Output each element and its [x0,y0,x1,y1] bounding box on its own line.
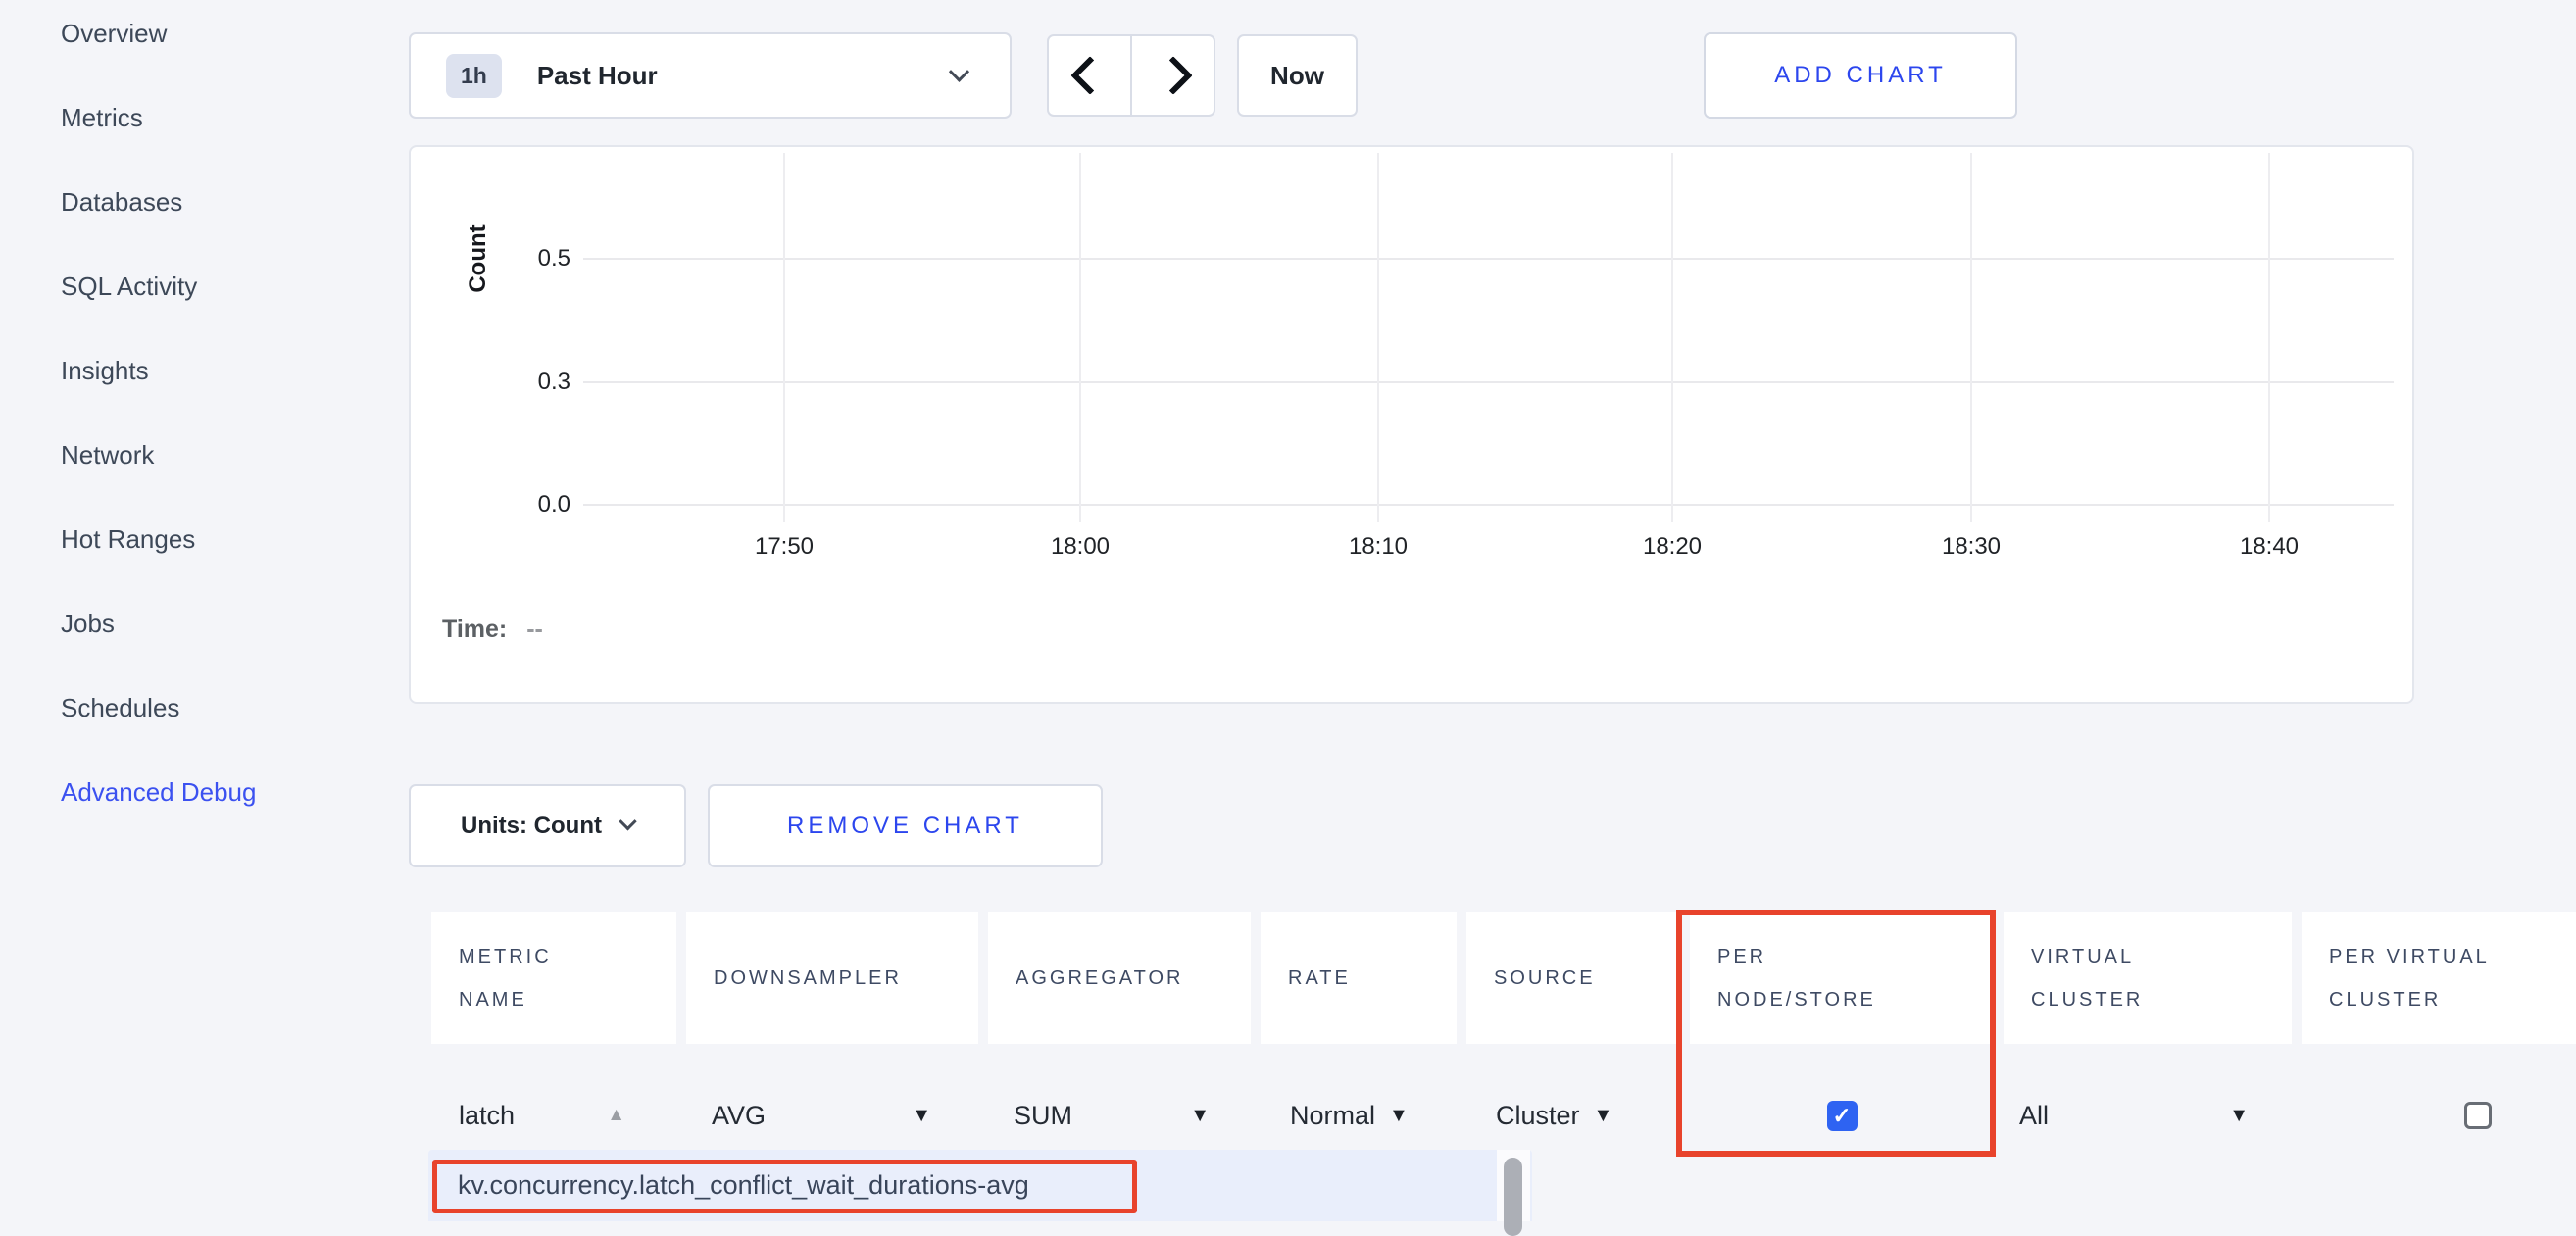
gridline-horizontal [583,504,2394,506]
per-virtual-cluster-checkbox[interactable] [2464,1102,2492,1129]
time-nav-arrows [1047,34,1215,117]
y-tick-label: 0.0 [482,490,570,519]
time-readout: Time: -- [442,616,543,644]
column-header-per-virtual-cluster: PER VIRTUAL CLUSTER [2302,912,2576,1044]
x-tick-label: 18:10 [1314,533,1442,561]
chart-config-table-header: METRIC NAME DOWNSAMPLER AGGREGATOR RATE … [431,912,2576,1044]
units-dropdown-label: Units: Count [461,813,602,840]
downsampler-value: AVG [712,1101,766,1131]
sidebar-item-overview[interactable]: Overview [61,10,409,94]
rate-value: Normal [1290,1101,1375,1131]
time-range-selector[interactable]: 1h Past Hour [409,32,1012,119]
chevron-down-icon [949,61,969,81]
sidebar-item-advanced-debug[interactable]: Advanced Debug [61,768,409,853]
next-time-button[interactable] [1130,36,1214,115]
metric-suggestions-dropdown: kv.concurrency.latch_conflict_wait_durat… [428,1150,1532,1221]
caret-down-icon: ▼ [1190,1105,1210,1127]
per-virtual-cluster-cell [2302,1062,2576,1169]
x-tick-label: 18:20 [1609,533,1736,561]
metric-name-value: latch [459,1101,515,1131]
column-header-downsampler: DOWNSAMPLER [686,912,978,1044]
column-header-source: SOURCE [1466,912,1680,1044]
sidebar-item-network[interactable]: Network [61,431,409,516]
chart-panel: Count 0.5 0.3 0.0 17:50 18:00 18:10 18:2… [409,145,2414,704]
chart-plot-area[interactable]: 0.5 0.3 0.0 17:50 18:00 18:10 18:20 18:3… [411,147,2412,702]
sidebar-item-schedules[interactable]: Schedules [61,684,409,768]
y-tick-label: 0.3 [482,368,570,397]
per-node-store-checkbox[interactable]: ✓ [1827,1101,1858,1131]
virtual-cluster-select[interactable]: All ▼ [2004,1062,2292,1169]
x-tick-label: 17:50 [720,533,848,561]
gridline-vertical [1970,153,1972,522]
column-header-label: SOURCE [1494,957,1596,1000]
gridline-horizontal [583,381,2394,383]
gridline-vertical [1079,153,1081,522]
now-button[interactable]: Now [1237,34,1358,117]
sidebar-item-insights[interactable]: Insights [61,347,409,431]
caret-down-icon: ▼ [2229,1105,2249,1127]
gridline-vertical [783,153,785,522]
y-tick-label: 0.5 [482,244,570,273]
units-dropdown[interactable]: Units: Count [409,784,686,867]
time-range-badge: 1h [446,54,502,98]
column-header-aggregator: AGGREGATOR [988,912,1251,1044]
per-node-store-cell: ✓ [1690,1062,1994,1169]
gridline-vertical [1377,153,1379,522]
caret-down-icon: ▼ [1594,1105,1613,1127]
column-header-metric-name: METRIC NAME [431,912,676,1044]
column-header-label: AGGREGATOR [1016,957,1184,1000]
metric-suggestion-item[interactable]: kv.concurrency.latch_conflict_wait_durat… [428,1150,1532,1221]
column-header-per-node-store: PER NODE/STORE [1690,912,1994,1044]
x-tick-label: 18:40 [2205,533,2333,561]
gridline-vertical [1671,153,1673,522]
sidebar-item-jobs[interactable]: Jobs [61,600,409,684]
column-header-rate: RATE [1261,912,1457,1044]
source-value: Cluster [1496,1101,1580,1131]
sidebar-item-databases[interactable]: Databases [61,178,409,263]
sidebar-item-metrics[interactable]: Metrics [61,94,409,178]
x-tick-label: 18:30 [1907,533,2035,561]
time-readout-label: Time: [442,616,507,643]
chevron-right-icon [1154,56,1193,95]
chevron-down-icon [619,813,636,830]
time-readout-value: -- [526,616,543,643]
caret-down-icon: ▼ [912,1105,931,1127]
x-tick-label: 18:00 [1016,533,1144,561]
gridline-vertical [2268,153,2270,522]
dropdown-scrollbar-track[interactable] [1497,1150,1530,1221]
column-header-label: PER NODE/STORE [1717,935,1923,1021]
sidebar-item-hot-ranges[interactable]: Hot Ranges [61,516,409,600]
add-chart-button[interactable]: ADD CHART [1704,32,2017,119]
gridline-horizontal [583,258,2394,260]
column-header-label: DOWNSAMPLER [714,957,902,1000]
remove-chart-button[interactable]: REMOVE CHART [708,784,1103,867]
prev-time-button[interactable] [1049,36,1130,115]
sidebar-nav: Overview Metrics Databases SQL Activity … [0,10,409,853]
sidebar-item-sql-activity[interactable]: SQL Activity [61,263,409,347]
column-header-label: METRIC NAME [459,935,606,1021]
caret-up-icon: ▲ [607,1105,625,1126]
column-header-label: VIRTUAL CLUSTER [2031,935,2198,1021]
custom-chart-page: { "sidebar": { "items": ["Overview", "Me… [0,0,2576,1221]
column-header-label: PER VIRTUAL CLUSTER [2329,935,2564,1021]
time-range-label: Past Hour [537,61,658,91]
aggregator-value: SUM [1014,1101,1072,1131]
virtual-cluster-value: All [2019,1101,2049,1131]
chevron-left-icon [1070,56,1110,95]
column-header-label: RATE [1288,957,1351,1000]
caret-down-icon: ▼ [1389,1105,1409,1127]
check-icon: ✓ [1832,1103,1851,1129]
dropdown-scrollbar-thumb[interactable] [1504,1158,1522,1236]
column-header-virtual-cluster: VIRTUAL CLUSTER [2004,912,2292,1044]
